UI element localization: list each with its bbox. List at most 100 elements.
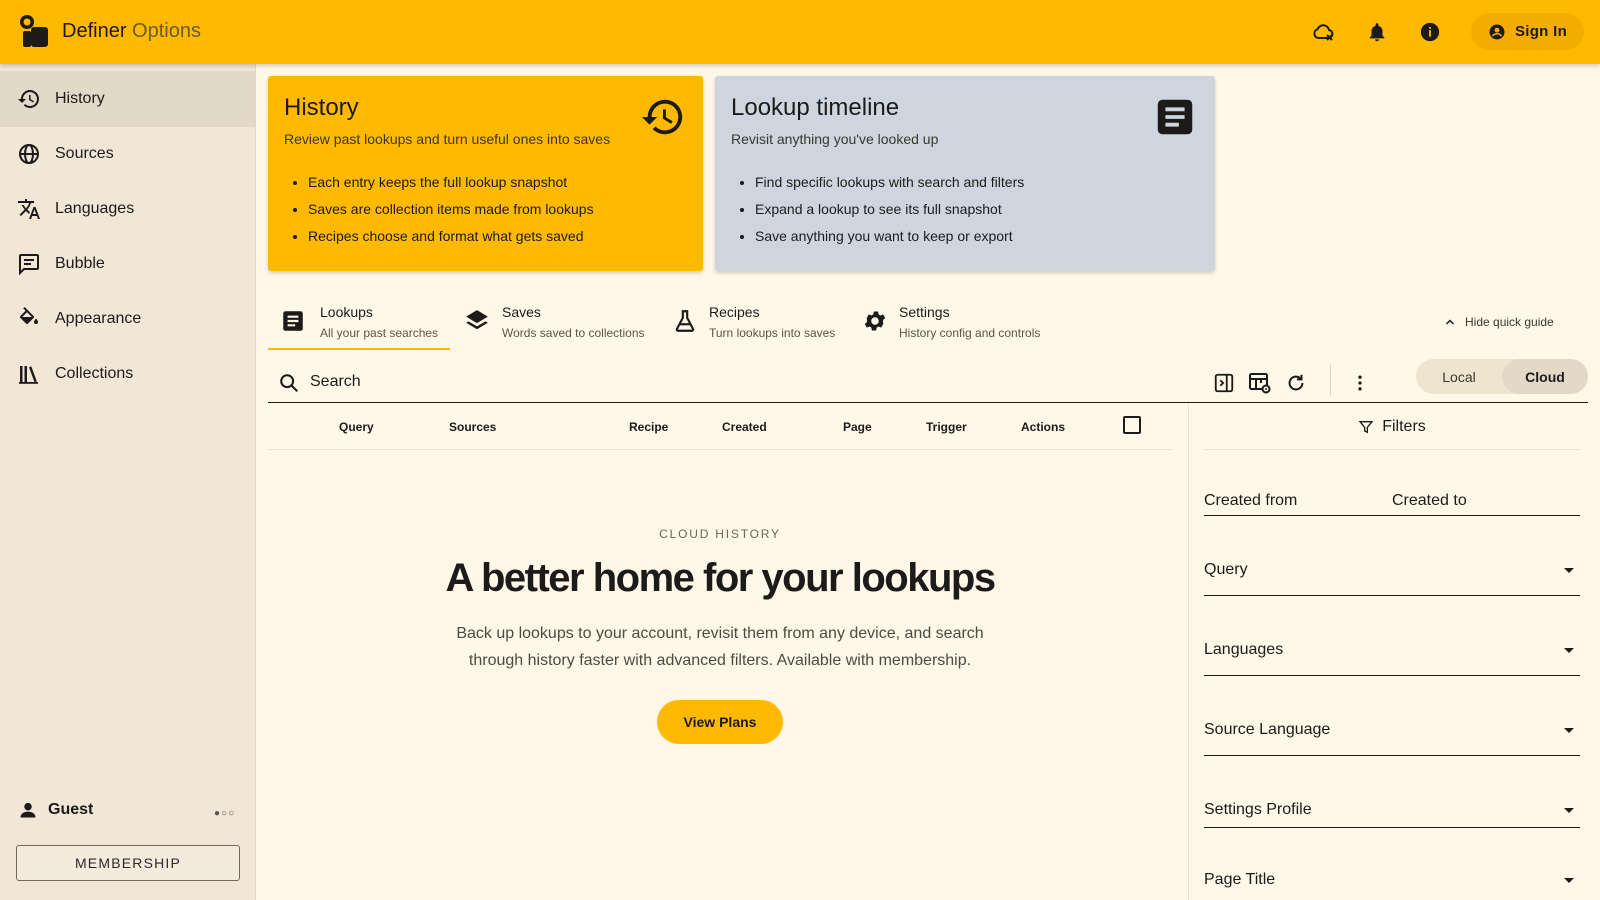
settings-profile-filter-select[interactable]: Settings Profile bbox=[1204, 786, 1580, 828]
sidebar-item-sources[interactable]: Sources bbox=[0, 126, 255, 182]
panel-divider bbox=[1188, 403, 1189, 900]
source-language-filter-select[interactable]: Source Language bbox=[1204, 706, 1580, 756]
select-all-checkbox[interactable] bbox=[1123, 416, 1141, 434]
sidebar-item-label: History bbox=[55, 90, 105, 107]
search-input[interactable] bbox=[310, 370, 1110, 394]
sidebar-item-collections[interactable]: Collections bbox=[0, 346, 255, 402]
flask-icon bbox=[675, 310, 695, 332]
tab-subtitle: All your past searches bbox=[320, 326, 439, 340]
sidebar-item-label: Languages bbox=[55, 200, 135, 217]
gear-icon bbox=[864, 311, 886, 331]
card-bullet: Recipes choose and format what gets save… bbox=[308, 228, 594, 244]
membership-button[interactable]: MEMBERSHIP bbox=[16, 845, 240, 881]
translate-icon bbox=[18, 199, 40, 219]
sidebar-item-label: Collections bbox=[55, 365, 134, 382]
top-app-bar: Definer Options Sign In bbox=[0, 0, 1600, 64]
sidebar-item-label: Appearance bbox=[55, 310, 142, 327]
tab-settings[interactable]: Settings History config and controls bbox=[850, 296, 1050, 350]
query-filter-select[interactable]: Query bbox=[1204, 546, 1580, 596]
empty-state-eyebrow: CLOUD HISTORY bbox=[659, 527, 781, 541]
search-bar: Local Cloud bbox=[268, 359, 1588, 403]
dropdown-caret-icon bbox=[1564, 728, 1574, 733]
chat-bubble-icon bbox=[19, 254, 39, 276]
created-date-range-field[interactable]: Created from Created to bbox=[1204, 478, 1580, 516]
history-icon bbox=[641, 99, 683, 135]
card-bullets: Each entry keeps the full lookup snapsho… bbox=[308, 174, 594, 255]
filters-title: Filters bbox=[1382, 417, 1426, 435]
card-bullets: Find specific lookups with search and fi… bbox=[755, 174, 1024, 255]
article-icon bbox=[1157, 99, 1193, 135]
tab-subtitle: Turn lookups into saves bbox=[709, 326, 836, 340]
globe-icon bbox=[19, 144, 39, 164]
card-bullet: Each entry keeps the full lookup snapsho… bbox=[308, 174, 594, 190]
tab-recipes[interactable]: Recipes Turn lookups into saves bbox=[660, 296, 840, 350]
table-header: Query Sources Recipe Created Page Trigge… bbox=[268, 404, 1172, 450]
search-icon bbox=[280, 374, 298, 392]
filter-label: Settings Profile bbox=[1204, 801, 1312, 818]
app-subtitle: Options bbox=[132, 20, 201, 42]
card-title: Lookup timeline bbox=[731, 94, 900, 121]
app-name: Definer bbox=[62, 20, 127, 42]
toolbar-divider bbox=[1330, 364, 1331, 396]
sidebar-item-label: Sources bbox=[55, 145, 114, 162]
sidebar: History Sources Languages Bubble Appeara… bbox=[0, 64, 256, 900]
layers-icon bbox=[466, 310, 488, 330]
card-description: Review past lookups and turn useful ones… bbox=[284, 131, 611, 147]
side-panel-icon[interactable] bbox=[1212, 371, 1236, 395]
sign-in-button[interactable]: Sign In bbox=[1471, 13, 1584, 50]
tab-title: Recipes bbox=[709, 304, 760, 320]
loading-dots-icon: ●○○ bbox=[214, 808, 236, 819]
table-settings-icon[interactable] bbox=[1248, 371, 1272, 395]
column-header-sources[interactable]: Sources bbox=[449, 420, 496, 434]
filter-icon bbox=[1358, 420, 1374, 433]
column-header-trigger[interactable]: Trigger bbox=[926, 420, 967, 434]
more-vert-icon[interactable] bbox=[1348, 371, 1372, 395]
column-header-actions[interactable]: Actions bbox=[1021, 420, 1065, 434]
empty-state-body: Back up lookups to your account, revisit… bbox=[456, 625, 984, 669]
card-bullet: Saves are collection items made from loo… bbox=[308, 201, 594, 217]
user-info: Guest bbox=[18, 800, 93, 820]
lookup-timeline-card: Lookup timeline Revisit anything you've … bbox=[715, 76, 1215, 271]
dropdown-caret-icon bbox=[1564, 808, 1574, 813]
sidebar-item-appearance[interactable]: Appearance bbox=[0, 291, 255, 347]
paint-bucket-icon bbox=[20, 307, 38, 324]
bell-icon[interactable] bbox=[1365, 20, 1389, 44]
info-icon[interactable] bbox=[1418, 20, 1442, 44]
sidebar-item-label: Bubble bbox=[55, 255, 105, 272]
card-title: History bbox=[284, 94, 359, 121]
tab-title: Saves bbox=[502, 304, 541, 320]
languages-filter-select[interactable]: Languages bbox=[1204, 626, 1580, 676]
user-name: Guest bbox=[48, 801, 94, 818]
tab-title: Settings bbox=[899, 304, 950, 320]
tab-lookups[interactable]: Lookups All your past searches bbox=[268, 296, 450, 350]
column-header-query[interactable]: Query bbox=[339, 420, 374, 434]
column-header-created[interactable]: Created bbox=[722, 420, 767, 434]
created-from-input[interactable]: Created from bbox=[1204, 492, 1297, 510]
tab-saves[interactable]: Saves Words saved to collections bbox=[452, 296, 652, 350]
sidebar-item-languages[interactable]: Languages bbox=[0, 181, 255, 237]
tab-subtitle: Words saved to collections bbox=[502, 326, 645, 340]
hide-quick-guide-button[interactable]: Hide quick guide bbox=[1444, 315, 1554, 329]
app-title: Definer Options bbox=[62, 20, 201, 43]
filter-label: Query bbox=[1204, 561, 1248, 578]
history-icon bbox=[18, 90, 39, 108]
card-description: Revisit anything you've looked up bbox=[731, 131, 939, 147]
tab-title: Lookups bbox=[320, 304, 373, 320]
cloud-off-icon[interactable] bbox=[1312, 20, 1336, 44]
filter-label: Languages bbox=[1204, 641, 1284, 658]
article-icon bbox=[283, 311, 303, 331]
sidebar-item-bubble[interactable]: Bubble bbox=[0, 236, 255, 292]
page-title-filter-select[interactable]: Page Title bbox=[1204, 856, 1580, 900]
account-circle-icon bbox=[1489, 24, 1505, 39]
filter-label: Page Title bbox=[1204, 871, 1276, 888]
toggle-local[interactable]: Local bbox=[1416, 359, 1502, 394]
created-to-input[interactable]: Created to bbox=[1392, 492, 1467, 510]
card-bullet: Save anything you want to keep or export bbox=[755, 228, 1024, 244]
sidebar-item-history[interactable]: History bbox=[0, 71, 255, 127]
column-header-page[interactable]: Page bbox=[843, 420, 872, 434]
toggle-cloud[interactable]: Cloud bbox=[1502, 359, 1588, 394]
refresh-icon[interactable] bbox=[1284, 371, 1308, 395]
view-plans-button[interactable]: View Plans bbox=[657, 700, 783, 744]
dropdown-caret-icon bbox=[1564, 648, 1574, 653]
column-header-recipe[interactable]: Recipe bbox=[629, 420, 668, 434]
